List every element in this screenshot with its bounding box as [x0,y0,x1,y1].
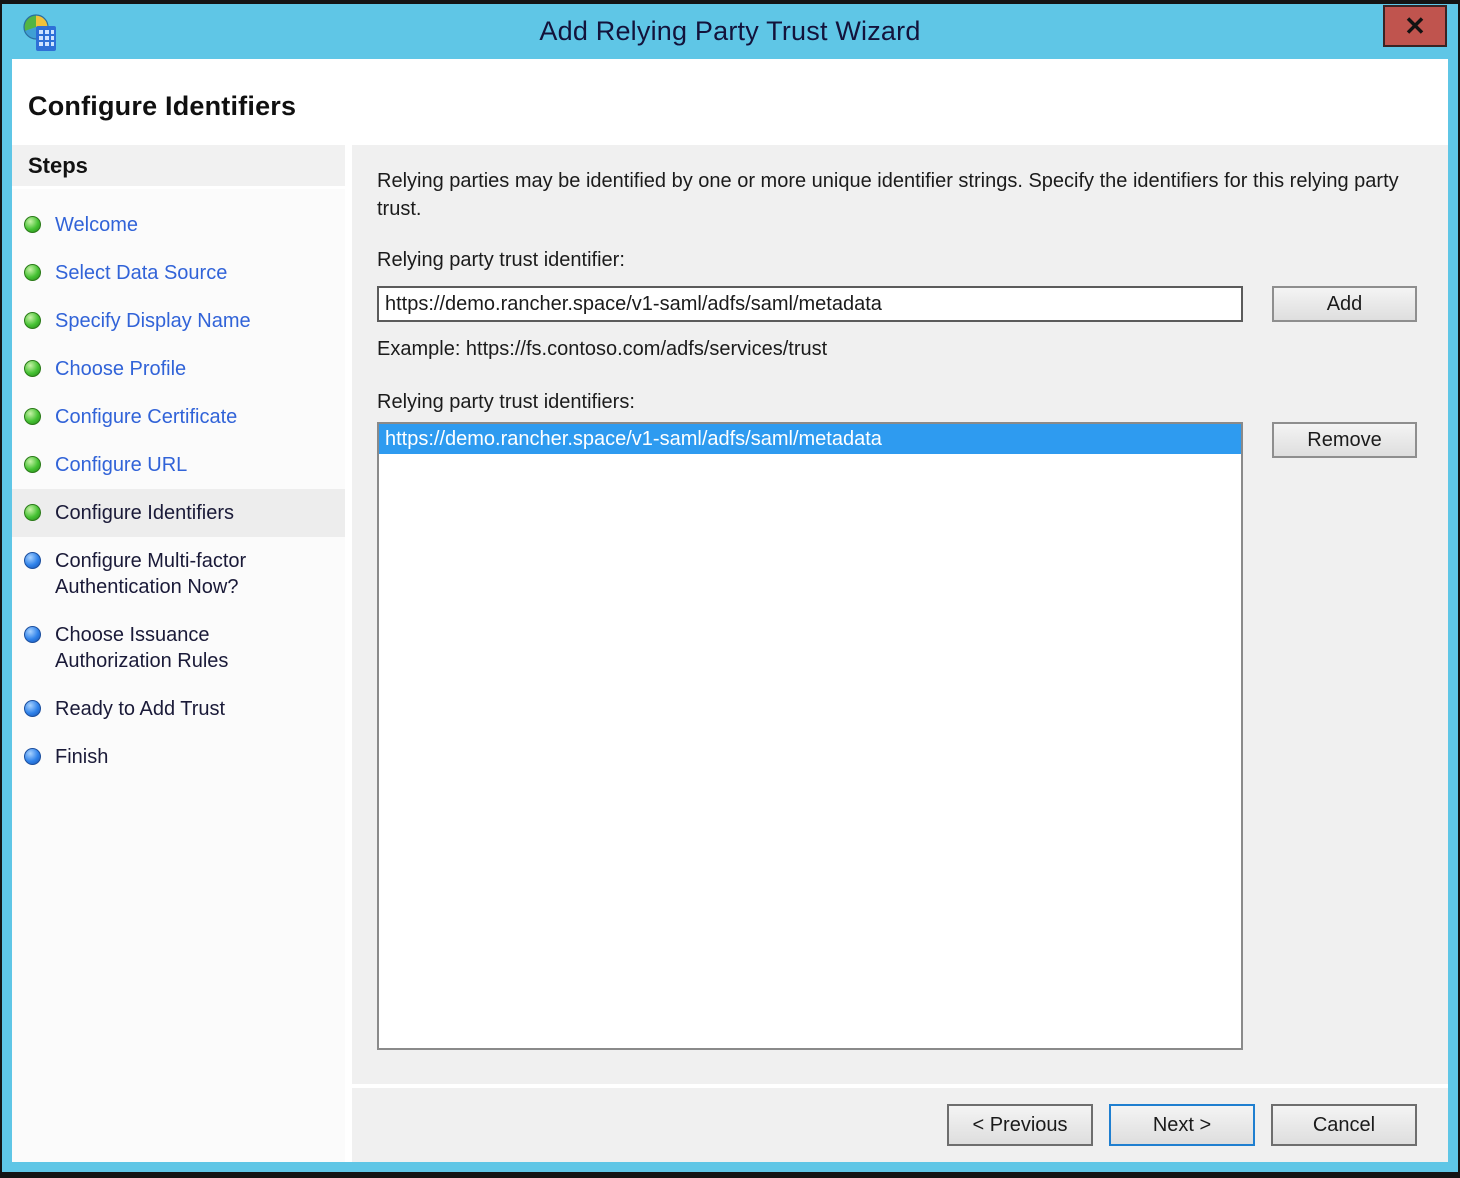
cancel-button[interactable]: Cancel [1271,1104,1417,1146]
step-item: Configure Certificate [12,393,345,441]
step-bullet-upcoming-icon [24,626,41,643]
step-item: Configure Multi-factor Authentication No… [12,537,345,611]
step-item: Configure URL [12,441,345,489]
identifiers-listbox[interactable]: https://demo.rancher.space/v1-saml/adfs/… [377,422,1243,1050]
step-item: Select Data Source [12,249,345,297]
step-item: Specify Display Name [12,297,345,345]
step-label: Select Data Source [55,260,280,286]
adfs-wizard-icon [22,13,58,53]
step-label: Configure Certificate [55,404,280,430]
step-label: Specify Display Name [55,308,280,334]
titlebar: Add Relying Party Trust Wizard ✕ [2,4,1458,59]
step-item: Welcome [12,201,345,249]
example-text: Example: https://fs.contoso.com/adfs/ser… [377,338,1417,361]
step-bullet-done-icon [24,216,41,233]
step-label: Configure Identifiers [55,500,280,526]
add-button[interactable]: Add [1272,286,1417,322]
window-title: Add Relying Party Trust Wizard [2,16,1458,47]
intro-text: Relying parties may be identified by one… [377,167,1417,223]
step-item: Choose Profile [12,345,345,393]
step-item: Ready to Add Trust [12,685,345,733]
step-bullet-upcoming-icon [24,748,41,765]
step-bullet-done-icon [24,504,41,521]
step-item: Finish [12,733,345,781]
step-bullet-done-icon [24,264,41,281]
step-label: Finish [55,744,280,770]
identifier-list-item[interactable]: https://demo.rancher.space/v1-saml/adfs/… [379,424,1241,454]
step-label: Welcome [55,212,280,238]
step-label: Configure URL [55,452,280,478]
step-bullet-done-icon [24,408,41,425]
main-content: Relying parties may be identified by one… [352,145,1448,1084]
step-label: Ready to Add Trust [55,696,280,722]
step-label: Choose Profile [55,356,280,382]
step-item: Choose Issuance Authorization Rules [12,611,345,685]
steps-list: Welcome Select Data Source Specify Display… [12,189,345,781]
page-title: Configure Identifiers [12,59,1448,122]
window-chrome: Add Relying Party Trust Wizard ✕ Configu… [2,4,1458,1172]
identifier-input[interactable] [377,286,1243,322]
close-button[interactable]: ✕ [1383,5,1447,47]
step-label: Choose Issuance Authorization Rules [55,622,280,674]
step-bullet-done-icon [24,456,41,473]
next-button[interactable]: Next > [1109,1104,1255,1146]
footer-bar: < Previous Next > Cancel [352,1088,1448,1162]
remove-button[interactable]: Remove [1272,422,1417,458]
steps-sidebar: Steps Welcome Select Data Source Specify D… [12,145,345,1162]
wizard-frame: Configure Identifiers Steps Welcome Selec… [12,59,1448,1162]
step-bullet-upcoming-icon [24,700,41,717]
previous-button[interactable]: < Previous [947,1104,1093,1146]
steps-header: Steps [12,145,345,189]
step-item: Configure Identifiers [12,489,345,537]
page-header: Configure Identifiers [12,59,1448,145]
step-bullet-upcoming-icon [24,552,41,569]
step-label: Configure Multi-factor Authentication No… [55,548,280,600]
identifiers-label: Relying party trust identifiers: [377,391,1417,414]
step-bullet-done-icon [24,312,41,329]
identifier-label: Relying party trust identifier: [377,249,1417,272]
step-bullet-done-icon [24,360,41,377]
